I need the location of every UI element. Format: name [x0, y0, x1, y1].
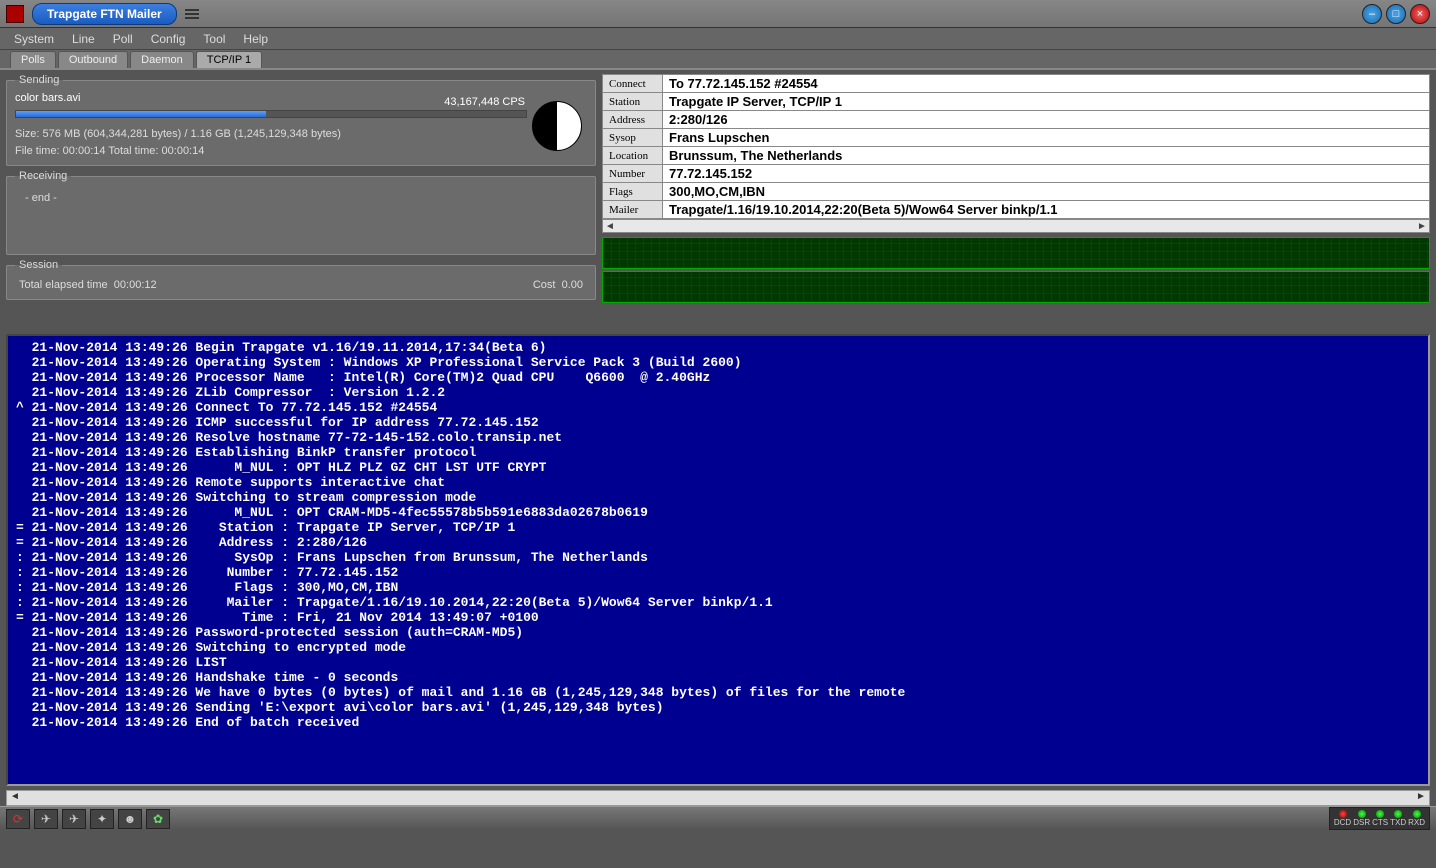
log-scrollbar-h[interactable]: ◄ ►: [6, 790, 1430, 806]
connection-value: Trapgate/1.16/19.10.2014,22:20(Beta 5)/W…: [663, 201, 1430, 219]
connection-value: Frans Lupschen: [663, 129, 1430, 147]
statusbar: ⟳ ✈ ✈ ✦ ☻ ✿ DCDDSRCTSTXDRXD: [0, 806, 1436, 830]
led-label: DCD: [1334, 818, 1351, 827]
connection-scrollbar[interactable]: ◄ ►: [602, 219, 1430, 233]
scroll-right-icon[interactable]: ►: [1413, 791, 1429, 805]
led-dot-icon: [1376, 810, 1384, 818]
tree-button[interactable]: ✿: [146, 809, 170, 829]
pie-icon: [532, 101, 582, 151]
connection-row: StationTrapgate IP Server, TCP/IP 1: [603, 93, 1430, 111]
led-label: DSR: [1353, 818, 1370, 827]
led-dot-icon: [1339, 810, 1347, 818]
log-terminal[interactable]: 21-Nov-2014 13:49:26 Begin Trapgate v1.1…: [6, 334, 1430, 786]
sending-progress: [15, 110, 527, 118]
connection-value: 2:280/126: [663, 111, 1430, 129]
titlebar: Trapgate FTN Mailer – □ ×: [0, 0, 1436, 28]
led-dsr: DSR: [1353, 810, 1370, 827]
menu-poll[interactable]: Poll: [105, 30, 141, 48]
sending-size: Size: 576 MB (604,344,281 bytes) / 1.16 …: [15, 126, 527, 143]
connection-label: Sysop: [603, 129, 663, 147]
sending-cps: 43,167,448 CPS: [444, 96, 525, 108]
scroll-left-icon[interactable]: ◄: [7, 791, 23, 805]
connection-label: Connect: [603, 75, 663, 93]
connection-label: Station: [603, 93, 663, 111]
session-elapsed: Total elapsed time 00:00:12: [19, 279, 157, 291]
modem-lights: DCDDSRCTSTXDRXD: [1329, 807, 1430, 830]
connection-value: 77.72.145.152: [663, 165, 1430, 183]
sending-panel: Sending 43,167,448 CPS color bars.avi Si…: [6, 74, 596, 166]
receiving-text: - end -: [15, 188, 587, 248]
menu-config[interactable]: Config: [143, 30, 194, 48]
connection-row: SysopFrans Lupschen: [603, 129, 1430, 147]
stats-button[interactable]: ✦: [90, 809, 114, 829]
scroll-right-icon[interactable]: ►: [1415, 221, 1429, 232]
connection-row: LocationBrunssum, The Netherlands: [603, 147, 1430, 165]
action-button-1[interactable]: ✈: [34, 809, 58, 829]
menu-icon[interactable]: [185, 9, 199, 19]
session-legend: Session: [15, 259, 62, 271]
receiving-legend: Receiving: [15, 170, 71, 182]
tab-tcpip1[interactable]: TCP/IP 1: [196, 51, 262, 68]
connection-row: ConnectTo 77.72.145.152 #24554: [603, 75, 1430, 93]
connection-value: Trapgate IP Server, TCP/IP 1: [663, 93, 1430, 111]
led-txd: TXD: [1390, 810, 1406, 827]
tab-outbound[interactable]: Outbound: [58, 51, 128, 68]
connection-label: Location: [603, 147, 663, 165]
connection-row: Address2:280/126: [603, 111, 1430, 129]
activity-graph-rx: [602, 271, 1430, 303]
led-dot-icon: [1413, 810, 1421, 818]
sending-legend: Sending: [15, 74, 63, 86]
minimize-button[interactable]: –: [1362, 4, 1382, 24]
window-title: Trapgate FTN Mailer: [32, 3, 177, 25]
maximize-button[interactable]: □: [1386, 4, 1406, 24]
led-rxd: RXD: [1408, 810, 1425, 827]
close-button[interactable]: ×: [1410, 4, 1430, 24]
menubar: System Line Poll Config Tool Help: [0, 28, 1436, 50]
led-dot-icon: [1394, 810, 1402, 818]
connection-info: ConnectTo 77.72.145.152 #24554StationTra…: [602, 74, 1430, 233]
app-icon: [6, 5, 24, 23]
tab-daemon[interactable]: Daemon: [130, 51, 194, 68]
led-label: CTS: [1372, 818, 1388, 827]
connection-label: Number: [603, 165, 663, 183]
led-dot-icon: [1358, 810, 1366, 818]
receiving-panel: Receiving - end -: [6, 170, 596, 255]
menu-system[interactable]: System: [6, 30, 62, 48]
session-panel: Session Total elapsed time 00:00:12 Cost…: [6, 259, 596, 300]
connection-row: MailerTrapgate/1.16/19.10.2014,22:20(Bet…: [603, 201, 1430, 219]
sending-time: File time: 00:00:14 Total time: 00:00:14: [15, 143, 527, 160]
connection-value: To 77.72.145.152 #24554: [663, 75, 1430, 93]
connection-label: Address: [603, 111, 663, 129]
connection-row: Number77.72.145.152: [603, 165, 1430, 183]
connection-row: Flags300,MO,CM,IBN: [603, 183, 1430, 201]
menu-tool[interactable]: Tool: [195, 30, 233, 48]
led-dcd: DCD: [1334, 810, 1351, 827]
session-cost: Cost 0.00: [533, 279, 583, 291]
connection-label: Flags: [603, 183, 663, 201]
scroll-left-icon[interactable]: ◄: [603, 221, 617, 232]
connection-value: 300,MO,CM,IBN: [663, 183, 1430, 201]
action-button-2[interactable]: ✈: [62, 809, 86, 829]
refresh-button[interactable]: ⟳: [6, 809, 30, 829]
activity-graph-tx: [602, 237, 1430, 269]
menu-help[interactable]: Help: [235, 30, 276, 48]
led-cts: CTS: [1372, 810, 1388, 827]
tab-polls[interactable]: Polls: [10, 51, 56, 68]
menu-line[interactable]: Line: [64, 30, 103, 48]
connection-label: Mailer: [603, 201, 663, 219]
led-label: RXD: [1408, 818, 1425, 827]
tab-strip: Polls Outbound Daemon TCP/IP 1: [0, 50, 1436, 70]
led-label: TXD: [1390, 818, 1406, 827]
users-button[interactable]: ☻: [118, 809, 142, 829]
sending-progress-fill: [16, 111, 266, 117]
connection-value: Brunssum, The Netherlands: [663, 147, 1430, 165]
